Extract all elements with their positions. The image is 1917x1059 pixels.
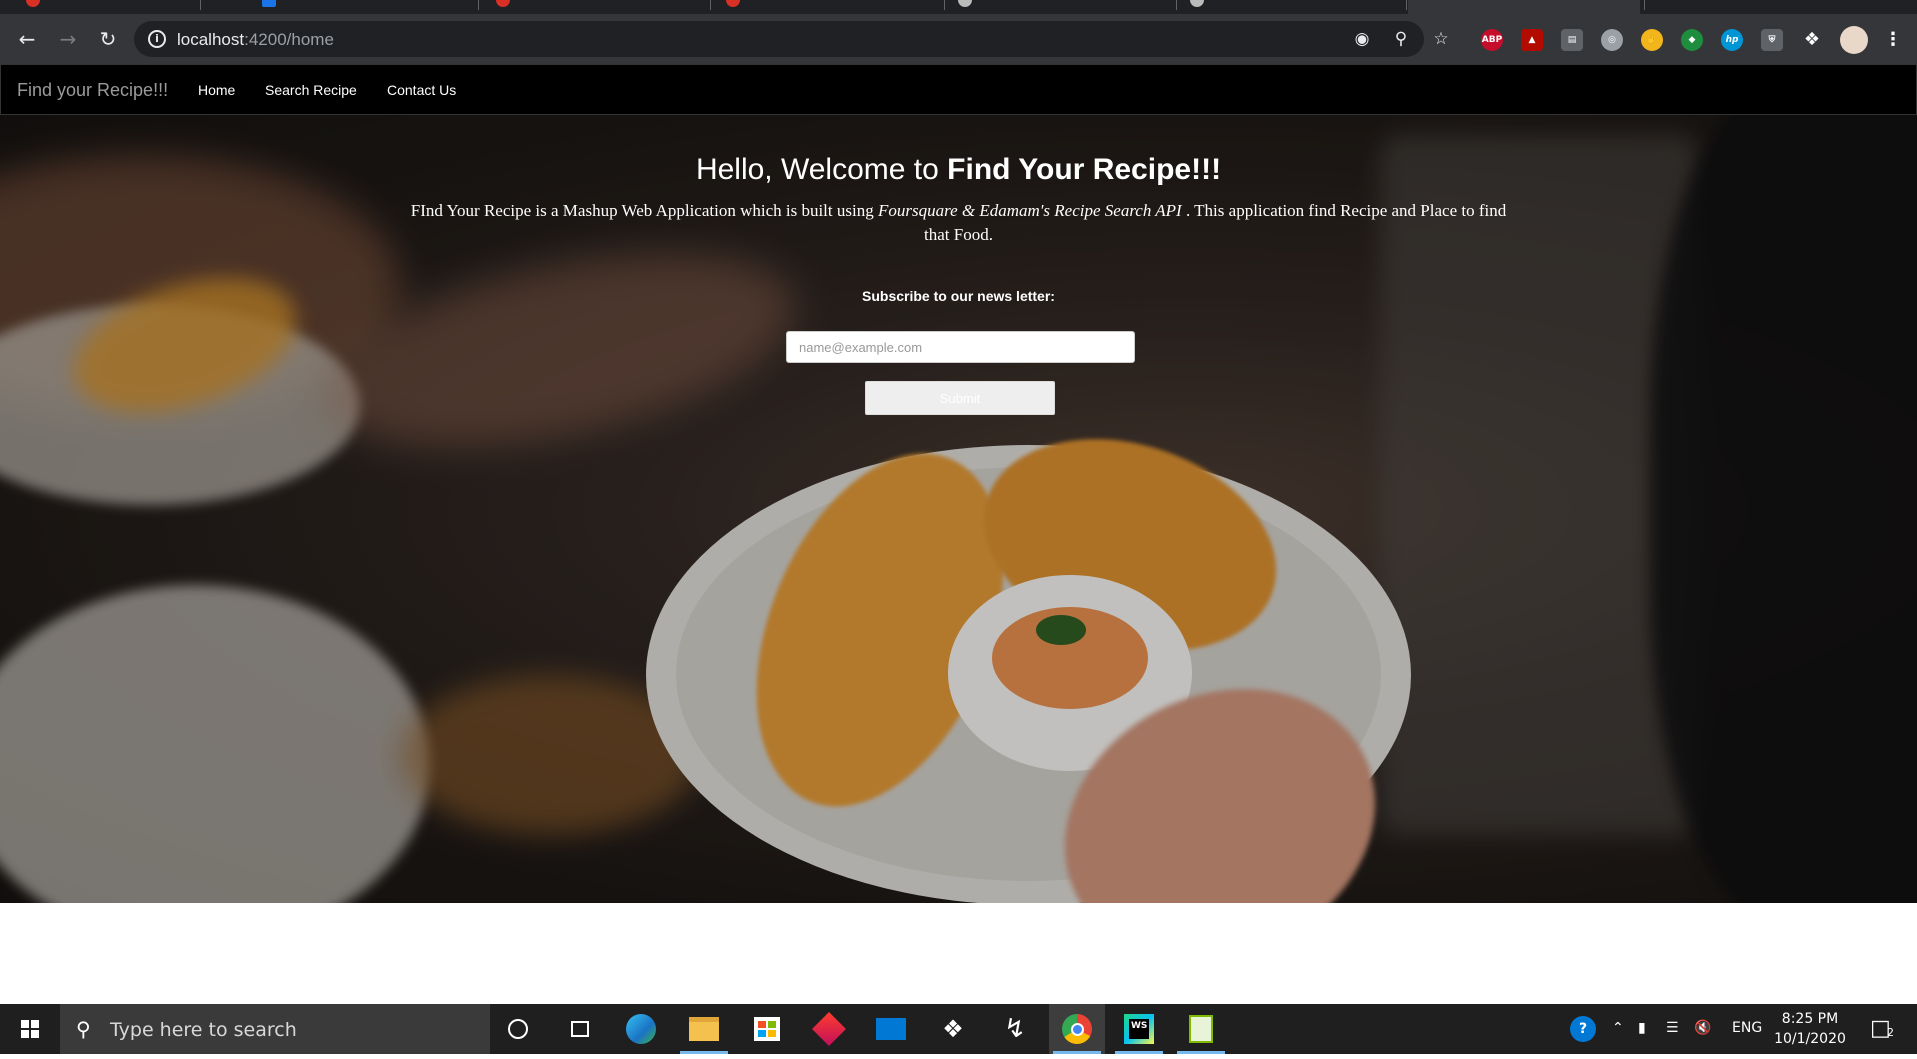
taskbar-search-box[interactable]: ⚲ Type here to search [60, 1004, 490, 1054]
web-page: Find your Recipe!!! Home Search Recipe C… [0, 64, 1917, 1004]
microsoft-store-icon[interactable] [739, 1004, 795, 1054]
volume-muted-icon[interactable]: 🔇 [1694, 1020, 1711, 1036]
adblock-label: ABP [1481, 35, 1503, 45]
hp-label: hp [1725, 35, 1739, 45]
search-icon: ⚲ [76, 1017, 91, 1041]
nav-link-home[interactable]: Home [198, 82, 235, 98]
tab-separator [710, 0, 711, 10]
headline-strong: Find Your Recipe!!! [947, 153, 1222, 186]
navbar-brand[interactable]: Find your Recipe!!! [17, 80, 168, 101]
windows-start-button[interactable] [0, 1004, 60, 1054]
clock-time: 8:25 PM [1781, 1011, 1839, 1027]
site-info-icon[interactable]: i [148, 30, 166, 48]
hero-headline: Hello, Welcome to Find Your Recipe!!! [0, 153, 1917, 187]
notification-count-badge: 2 [1887, 1026, 1894, 1039]
address-bar[interactable]: i localhost:4200/home ◉ ⚲ ☆ [134, 21, 1449, 57]
diamond-app-icon[interactable] [801, 1004, 857, 1054]
zoom-icon[interactable]: ⚲ [1391, 29, 1411, 49]
back-arrow-icon[interactable]: ← [13, 25, 41, 53]
tab-favicon-icon[interactable] [26, 0, 40, 7]
cortana-icon[interactable] [490, 1004, 546, 1054]
windows-logo-icon [21, 1020, 39, 1038]
camera-blocked-icon[interactable]: ◉ [1352, 29, 1372, 49]
mail-icon[interactable] [863, 1004, 919, 1054]
globe-extension-icon[interactable]: ◎ [1601, 29, 1623, 51]
chrome-taskbar-icon[interactable] [1049, 1004, 1105, 1054]
headline-prefix: Hello, Welcome to [695, 153, 948, 186]
windows-taskbar: ⚲ Type here to search ❖ ↯ WS ? ⌃ ▮ ☰ 🔇 E… [0, 1004, 1917, 1054]
url-host: localhost [177, 30, 245, 49]
show-hidden-icons-chevron-icon[interactable]: ⌃ [1612, 1020, 1624, 1036]
spreadsheet-app-icon[interactable] [1173, 1004, 1229, 1054]
file-explorer-icon[interactable] [676, 1004, 732, 1054]
tab-favicon-icon[interactable] [262, 0, 276, 7]
profile-avatar[interactable] [1840, 26, 1868, 54]
bookmark-star-icon[interactable]: ☆ [1431, 29, 1451, 49]
description-api-names: Foursquare & Edamam's Recipe Search API [877, 201, 1182, 220]
shield-icon[interactable]: ⛨ [1761, 29, 1783, 51]
tab-separator [1644, 0, 1645, 10]
help-icon[interactable]: ? [1570, 1016, 1596, 1042]
active-tab[interactable] [1408, 0, 1640, 14]
browser-toolbar: ← → ↻ i localhost:4200/home ◉ ⚲ ☆ ABP ▲ … [0, 14, 1917, 64]
tab-separator [1176, 0, 1177, 10]
top-navbar: Find your Recipe!!! Home Search Recipe C… [0, 64, 1917, 115]
address-url[interactable]: localhost:4200/home [177, 30, 334, 50]
newsletter-email-input[interactable] [786, 331, 1135, 363]
tab-separator [1406, 0, 1407, 10]
subscribe-label: Subscribe to our news letter: [862, 288, 1055, 304]
colorful-extension-icon[interactable]: ◆ [1681, 29, 1703, 51]
tab-separator [478, 0, 479, 10]
extensions-puzzle-icon[interactable]: ❖ [1801, 29, 1823, 51]
edge-browser-icon[interactable] [613, 1004, 669, 1054]
wifi-icon[interactable]: ☰ [1666, 1020, 1679, 1036]
reload-icon[interactable]: ↻ [94, 25, 122, 53]
newsletter-submit-button[interactable]: Submit [865, 381, 1055, 415]
lightning-app-icon[interactable]: ↯ [987, 1004, 1043, 1054]
webstorm-icon[interactable]: WS [1111, 1004, 1167, 1054]
taskbar-search-placeholder: Type here to search [110, 1019, 297, 1041]
url-path: :4200/home [244, 30, 334, 49]
clock-date: 10/1/2020 [1774, 1031, 1846, 1047]
battery-icon[interactable]: ▮ [1638, 1020, 1646, 1036]
tab-favicon-icon[interactable] [496, 0, 510, 7]
nav-link-contact-us[interactable]: Contact Us [387, 82, 456, 98]
tab-separator [944, 0, 945, 10]
hero-description: FInd Your Recipe is a Mashup Web Applica… [400, 199, 1517, 247]
hand-extension-icon[interactable]: ✋ [1641, 29, 1663, 51]
cast-icon[interactable]: ▤ [1561, 29, 1583, 51]
language-indicator[interactable]: ENG [1732, 1020, 1762, 1036]
browser-tab-strip [0, 0, 1917, 14]
hp-icon[interactable]: hp [1721, 29, 1743, 51]
pdf-icon[interactable]: ▲ [1521, 29, 1543, 51]
nav-link-search-recipe[interactable]: Search Recipe [265, 82, 357, 98]
forward-arrow-icon[interactable]: → [54, 25, 82, 53]
chrome-menu-icon[interactable]: ⋮ [1882, 29, 1904, 51]
dropbox-icon[interactable]: ❖ [925, 1004, 981, 1054]
tab-favicon-icon[interactable] [958, 0, 972, 7]
taskbar-clock[interactable]: 8:25 PM 10/1/2020 [1770, 1009, 1850, 1049]
description-start: FInd Your Recipe is a Mashup Web Applica… [410, 201, 878, 220]
tab-favicon-icon[interactable] [1190, 0, 1204, 7]
tab-favicon-icon[interactable] [726, 0, 740, 7]
tab-separator [200, 0, 201, 10]
hero-section: Hello, Welcome to Find Your Recipe!!! FI… [0, 115, 1917, 903]
task-view-icon[interactable] [552, 1004, 608, 1054]
adblock-plus-icon[interactable]: ABP [1481, 29, 1503, 51]
